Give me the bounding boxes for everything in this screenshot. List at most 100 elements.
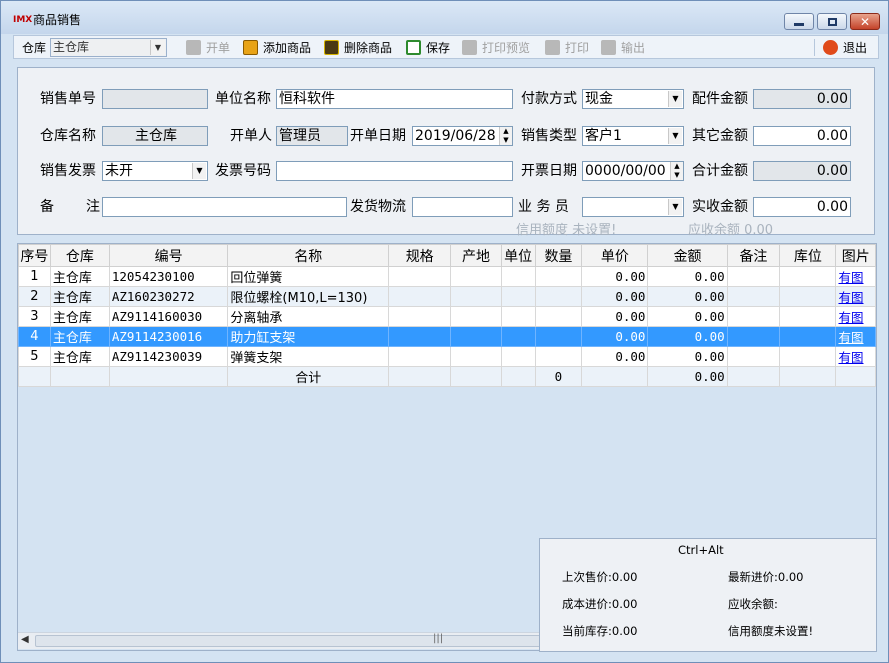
warehouse-name-field[interactable]: 主仓库	[102, 126, 208, 146]
column-header[interactable]: 金额	[647, 244, 728, 267]
latest-cost-info: 最新进价:0.00	[728, 570, 804, 584]
sum-label: 合计	[227, 366, 390, 387]
invoice-label: 销售发票	[40, 163, 96, 179]
cell-qty	[534, 286, 583, 307]
column-header[interactable]: 仓库	[49, 244, 110, 267]
invoice-value: 未开	[105, 163, 133, 179]
received-label: 实收金额	[692, 199, 748, 215]
delete-product-button[interactable]: 删除商品	[324, 38, 392, 57]
chevron-down-icon: ▼	[668, 91, 682, 107]
open-order-button[interactable]: 开单	[186, 38, 230, 57]
cell-img[interactable]: 有图	[835, 326, 876, 347]
column-header[interactable]: 备注	[726, 244, 781, 267]
product-info-panel: Ctrl+Alt 上次售价:0.00 最新进价:0.00 成本进价:0.00 应…	[539, 538, 877, 652]
column-header[interactable]: 库位	[779, 244, 837, 267]
export-button[interactable]: 输出	[601, 38, 645, 57]
cell-price: 0.00	[581, 306, 649, 327]
add-product-button[interactable]: 添加商品	[243, 38, 311, 57]
save-label: 保存	[426, 41, 451, 55]
window-title: 商品销售	[33, 13, 82, 27]
cell-img[interactable]: 有图	[835, 266, 876, 287]
cell-wh: 主仓库	[49, 306, 110, 327]
payment-select[interactable]: 现金 ▼	[582, 89, 684, 109]
maximize-button[interactable]	[817, 13, 847, 30]
minimize-button[interactable]	[784, 13, 814, 30]
print-preview-icon	[462, 40, 477, 55]
received-field[interactable]: 0.00	[753, 197, 851, 217]
column-header[interactable]: 序号	[18, 244, 51, 267]
column-header[interactable]: 名称	[227, 244, 390, 267]
close-button[interactable]: ✕	[850, 13, 880, 30]
cell-code: AZ9114230039	[108, 346, 229, 367]
unit-name-field[interactable]: 恒科软件	[276, 89, 513, 109]
open-order-label: 开单	[206, 41, 231, 55]
cell-empty	[779, 346, 837, 367]
column-header[interactable]: 单价	[581, 244, 649, 267]
sale-no-field[interactable]	[102, 89, 208, 109]
column-header[interactable]: 单位	[500, 244, 536, 267]
save-button[interactable]: 保存	[406, 38, 450, 57]
warehouse-select[interactable]: 主仓库 ▼	[50, 38, 167, 57]
column-header[interactable]: 数量	[534, 244, 583, 267]
cell-qty	[534, 266, 583, 287]
table-row[interactable]: 5 主仓库 AZ9114230039 弹簧支架 0.00 0.00 有图	[18, 346, 876, 367]
cell-name: 弹簧支架	[227, 346, 390, 367]
creator-field[interactable]: 管理员	[276, 126, 348, 146]
cell-empty	[779, 326, 837, 347]
chevron-down-icon: ▼	[192, 163, 206, 179]
scroll-grip-icon: |||	[433, 633, 444, 644]
cell-img[interactable]: 有图	[835, 306, 876, 327]
print-button[interactable]: 打印	[545, 38, 589, 57]
remark-field[interactable]	[102, 197, 347, 217]
logistics-field[interactable]	[412, 197, 513, 217]
cell-img[interactable]: 有图	[835, 286, 876, 307]
minimize-icon	[794, 23, 804, 26]
sale-type-select[interactable]: 客户1 ▼	[582, 126, 684, 146]
cell-empty	[450, 326, 502, 347]
table-row[interactable]: 1 主仓库 12054230100 回位弹簧 0.00 0.00 有图	[18, 266, 876, 287]
column-header[interactable]: 规格	[388, 244, 452, 267]
table-row[interactable]: 3 主仓库 AZ9114160030 分离轴承 0.00 0.00 有图	[18, 306, 876, 327]
unit-name-label: 单位名称	[215, 91, 271, 107]
other-amount-field[interactable]: 0.00	[753, 126, 851, 146]
last-price-info: 上次售价:0.00	[562, 570, 638, 584]
add-product-icon	[243, 40, 258, 55]
print-preview-button[interactable]: 打印预览	[462, 38, 530, 57]
cell-empty	[726, 366, 781, 387]
exit-button[interactable]: 退出	[823, 38, 867, 57]
invoice-date-spinner-icon[interactable]: ▲ ▼	[670, 162, 683, 180]
date-field[interactable]: 2019/06/28 ▲ ▼	[412, 126, 513, 146]
invoice-select[interactable]: 未开 ▼	[102, 161, 208, 181]
parts-amount-field[interactable]: 0.00	[753, 89, 851, 109]
cell-code: 12054230100	[108, 266, 229, 287]
cell-name: 分离轴承	[227, 306, 390, 327]
close-icon: ✕	[859, 14, 871, 29]
grid-body: 1 主仓库 12054230100 回位弹簧 0.00 0.00 有图 2 主仓库 AZ16023…	[18, 266, 876, 387]
total-amount-field[interactable]: 0.00	[753, 161, 851, 181]
date-spinner-icon[interactable]: ▲ ▼	[499, 127, 512, 145]
creator-label: 开单人	[230, 128, 272, 144]
export-label: 输出	[621, 41, 646, 55]
column-header[interactable]: 图片	[835, 244, 876, 267]
cell-empty	[500, 266, 536, 287]
cell-empty	[388, 306, 452, 327]
payment-value: 现金	[585, 91, 613, 107]
invoice-date-field[interactable]: 0000/00/00 ▲ ▼	[582, 161, 684, 181]
invoice-no-field[interactable]	[276, 161, 513, 181]
salesman-label: 业 务 员	[518, 199, 569, 215]
cell-empty	[726, 266, 781, 287]
cell-empty	[388, 346, 452, 367]
table-row[interactable]: 4 主仓库 AZ9114230016 助力缸支架 0.00 0.00 有图	[18, 326, 876, 347]
table-row[interactable]: 2 主仓库 AZ160230272 限位螺栓(M10,L=130) 0.00 0.00 有图	[18, 286, 876, 307]
scroll-left-icon[interactable]: ◀	[21, 634, 29, 645]
salesman-select[interactable]: ▼	[582, 197, 684, 217]
sale-type-label: 销售类型	[521, 128, 577, 144]
cell-img[interactable]: 有图	[835, 346, 876, 367]
cell-empty	[388, 266, 452, 287]
cell-wh: 主仓库	[49, 286, 110, 307]
cell-empty	[388, 326, 452, 347]
column-header[interactable]: 编号	[108, 244, 229, 267]
column-header[interactable]: 产地	[450, 244, 502, 267]
print-preview-label: 打印预览	[482, 41, 531, 55]
horizontal-scrollbar[interactable]: ◀ |||	[18, 632, 843, 649]
